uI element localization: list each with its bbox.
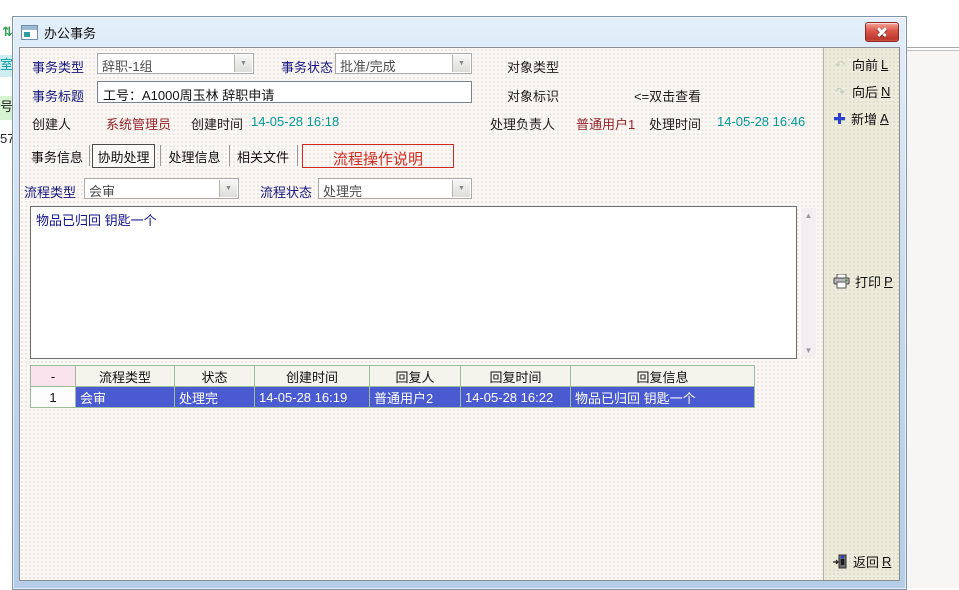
col-header-replier: 回复人 [370,366,461,387]
forward-button[interactable]: ↶ 向前 L [833,55,888,74]
creator-label: 创建人 [32,114,71,133]
object-id-label: 对象标识 [507,86,559,105]
scroll-up-icon[interactable]: ▲ [801,208,816,222]
flow-note-text: 流程操作说明 [333,153,423,167]
col-header-flow-type: 流程类型 [76,366,175,387]
window-icon [21,25,38,40]
replies-table: - 流程类型 状态 创建时间 回复人 回复时间 回复信息 1 会审 处理完 14… [30,365,755,408]
col-header-reply-time: 回复时间 [461,366,571,387]
backward-icon: ↷ [833,85,847,99]
create-time-label: 创建时间 [191,114,243,133]
cell-flow-type[interactable]: 会审 [76,387,175,408]
print-button[interactable]: 打印 P [833,272,893,291]
main-panel: 事务类型 辞职-1组 ▼ 事务状态 批准/完成 ▼ 对象类型 事务标题 工号：A… [20,48,823,580]
handle-time-value: 14-05-28 16:46 [717,114,805,129]
dropdown-arrow-icon[interactable]: ▼ [234,55,252,72]
affair-type-select[interactable]: 辞职-1组 ▼ [97,53,254,74]
exit-door-icon [833,554,848,569]
close-button[interactable] [865,22,899,42]
cell-create-time[interactable]: 14-05-28 16:19 [255,387,370,408]
cell-status[interactable]: 处理完 [175,387,255,408]
affair-status-label: 事务状态 [281,57,333,76]
add-icon [833,112,846,125]
col-header-status: 状态 [175,366,255,387]
affair-title-label: 事务标题 [32,86,84,105]
col-header-reply-info: 回复信息 [571,366,755,387]
printer-icon [833,274,850,289]
titlebar[interactable]: 办公事务 [21,20,898,44]
flow-type-select[interactable]: 会审 ▼ [84,178,239,199]
create-time-value: 14-05-28 16:18 [251,114,339,129]
tab-separator [160,145,161,166]
creator-value: 系统管理员 [106,114,171,133]
table-header-row: - 流程类型 状态 创建时间 回复人 回复时间 回复信息 [31,366,755,387]
desktop: { "window": { "title": "办公事务" }, "backgr… [0,0,959,588]
affair-title-input[interactable]: 工号：A1000周玉林 辞职申请 [97,81,472,103]
flow-note-box: 流程操作说明 [302,144,454,168]
tab-separator [89,145,90,166]
cell-replier[interactable]: 普通用户2 [370,387,461,408]
tab-affair-info[interactable]: 事务信息 [26,144,88,168]
object-type-label: 对象类型 [507,57,559,76]
col-header-create-time: 创建时间 [255,366,370,387]
tab-separator [297,145,298,166]
flow-status-label: 流程状态 [260,182,312,201]
cell-reply-time[interactable]: 14-05-28 16:22 [461,387,571,408]
detail-textarea[interactable]: 物品已归回 钥匙一个 [30,206,797,359]
background-window-edge [906,47,959,51]
cell-reply-info[interactable]: 物品已归回 钥匙一个 [571,387,755,408]
action-sidebar: ↶ 向前 L ↷ 向后 N 新增 A 打印 [823,48,899,580]
table-row[interactable]: 1 会审 处理完 14-05-28 16:19 普通用户2 14-05-28 1… [31,387,755,408]
backward-button[interactable]: ↷ 向后 N [833,82,890,101]
dropdown-arrow-icon[interactable]: ▼ [452,55,470,72]
tab-related-files[interactable]: 相关文件 [234,144,292,168]
return-button[interactable]: 返回 R [833,552,891,571]
col-header-index: - [31,366,76,387]
window-title: 办公事务 [44,23,96,42]
add-button[interactable]: 新增 A [833,109,889,128]
tab-assist-handle[interactable]: 协助处理 [92,144,155,168]
office-affairs-window: 办公事务 事务类型 辞职-1组 ▼ 事务状态 批准/完成 ▼ 对象类型 事务标题… [12,16,907,590]
handler-label: 处理负责人 [490,114,555,133]
client-area: 事务类型 辞职-1组 ▼ 事务状态 批准/完成 ▼ 对象类型 事务标题 工号：A… [19,47,900,581]
forward-icon: ↶ [833,58,847,72]
dropdown-arrow-icon[interactable]: ▼ [219,180,237,197]
flow-status-select[interactable]: 处理完 ▼ [318,178,472,199]
flow-type-label: 流程类型 [24,182,76,201]
tab-handle-info[interactable]: 处理信息 [165,144,224,168]
handler-value: 普通用户1 [576,114,635,133]
scroll-down-icon[interactable]: ▼ [801,343,816,357]
desktop-background [906,49,959,588]
handle-time-label: 处理时间 [649,114,701,133]
object-id-hint[interactable]: <=双击查看 [634,86,701,105]
dropdown-arrow-icon[interactable]: ▼ [452,180,470,197]
affair-status-select[interactable]: 批准/完成 ▼ [335,53,472,74]
cell-index[interactable]: 1 [31,387,76,408]
affair-type-label: 事务类型 [32,57,84,76]
textarea-scrollbar[interactable]: ▲ ▼ [801,208,816,357]
tab-separator [229,145,230,166]
